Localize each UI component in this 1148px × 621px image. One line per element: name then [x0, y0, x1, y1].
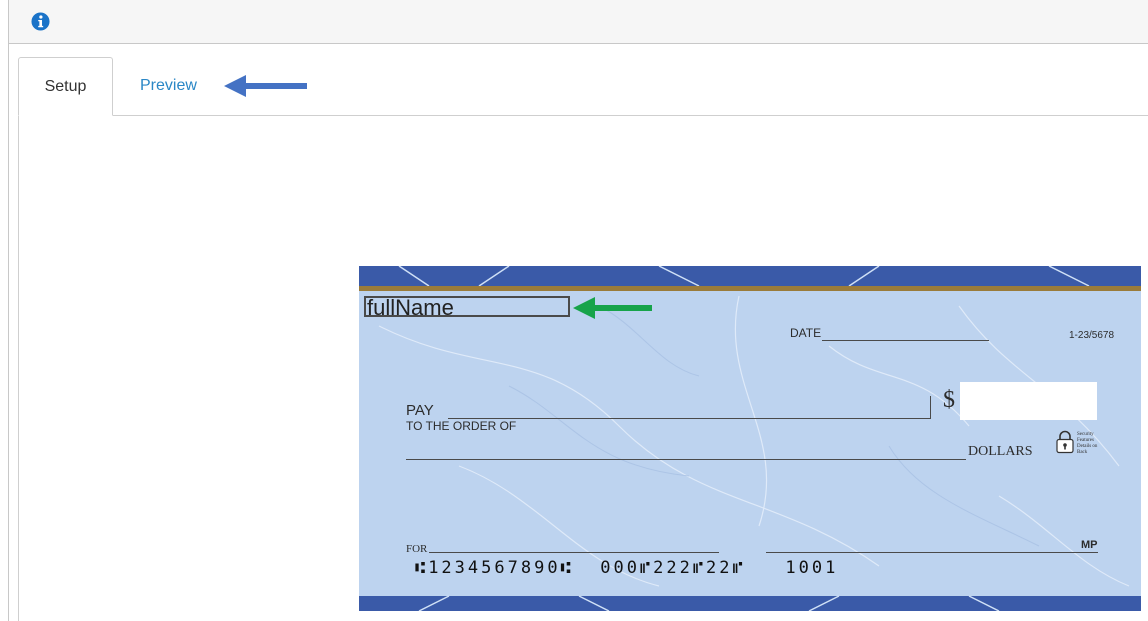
green-arrow-annotation-icon	[573, 297, 652, 319]
top-toolbar	[8, 0, 1148, 44]
fullname-field[interactable]: fullName	[364, 296, 570, 319]
tab-preview[interactable]: Preview	[140, 57, 197, 115]
tab-bar: Setup Preview	[18, 57, 1148, 116]
routing-number: 1-23/5678	[1069, 330, 1115, 341]
padlock-icon	[1056, 430, 1074, 454]
check-preview: fullName DATE 1-23/5678 PAY TO THE ORDER…	[359, 266, 1141, 611]
payee-line-end	[930, 396, 931, 419]
memo-line	[429, 552, 719, 553]
dollars-label: DOLLARS	[968, 444, 1033, 459]
date-label: DATE	[790, 326, 822, 340]
blue-arrow-annotation-icon	[224, 75, 307, 97]
page-border	[8, 44, 9, 621]
payee-line	[448, 418, 931, 419]
pay-label: PAY	[406, 402, 434, 419]
tab-setup[interactable]: Setup	[18, 57, 113, 116]
order-label: TO THE ORDER OF	[406, 419, 517, 433]
info-icon[interactable]	[31, 12, 50, 31]
amount-words-line	[406, 459, 966, 460]
signature-mark: MP	[1081, 539, 1098, 551]
amount-field[interactable]	[960, 382, 1097, 420]
micr-line: ⑆1234567890⑆ 000⑈222⑈22⑈ 1001	[415, 558, 839, 578]
signature-line	[766, 552, 1098, 553]
date-line	[822, 340, 989, 341]
security-note: Security Features Details on Back	[1077, 432, 1098, 455]
dollar-sign: $	[943, 387, 955, 413]
memo-label: FOR	[406, 543, 428, 555]
